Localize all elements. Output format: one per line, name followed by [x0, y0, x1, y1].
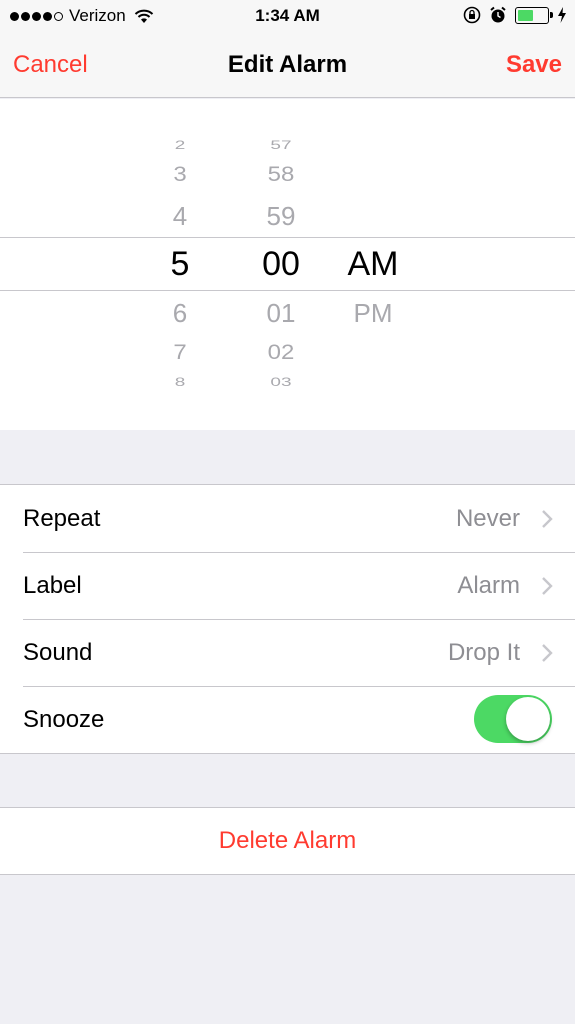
minute-option[interactable]: 58 — [245, 164, 317, 185]
label-label: Label — [23, 571, 82, 599]
rotation-lock-icon — [463, 6, 481, 24]
alarm-settings-group: Repeat Never Label Alarm Sound Drop It S… — [0, 484, 575, 754]
minute-option[interactable]: 02 — [245, 342, 317, 363]
label-row[interactable]: Label Alarm — [0, 552, 575, 619]
sound-label: Sound — [23, 638, 93, 666]
hour-option[interactable]: 4 — [145, 203, 215, 229]
status-right — [463, 6, 567, 24]
hour-option[interactable]: 3 — [145, 164, 215, 185]
charging-bolt-icon — [558, 7, 566, 23]
hour-option[interactable]: 7 — [145, 342, 215, 363]
save-button[interactable]: Save — [506, 51, 562, 79]
snooze-toggle[interactable] — [474, 695, 552, 743]
sound-row[interactable]: Sound Drop It — [0, 619, 575, 686]
hour-selected[interactable]: 5 — [145, 247, 215, 281]
battery-icon — [515, 6, 553, 24]
chevron-right-icon — [542, 510, 553, 528]
hour-wheel[interactable]: 2 3 4 5 6 7 8 — [145, 99, 215, 430]
snooze-row: Snooze — [0, 686, 575, 753]
minute-wheel[interactable]: 57 58 59 00 01 02 03 — [245, 99, 317, 430]
snooze-label: Snooze — [23, 705, 105, 733]
minute-option[interactable]: 59 — [245, 203, 317, 229]
time-picker[interactable]: 2 3 4 5 6 7 8 57 58 59 00 01 02 03 AM PM — [0, 99, 575, 430]
repeat-row[interactable]: Repeat Never — [0, 485, 575, 552]
minute-option[interactable]: 57 — [245, 139, 317, 151]
minute-selected[interactable]: 00 — [245, 247, 317, 281]
repeat-label: Repeat — [23, 504, 101, 532]
toggle-knob — [506, 697, 550, 741]
delete-group: Delete Alarm — [0, 807, 575, 875]
hour-option[interactable]: 2 — [145, 139, 215, 151]
chevron-right-icon — [542, 577, 553, 595]
repeat-value: Never — [455, 504, 520, 532]
delete-alarm-label: Delete Alarm — [218, 827, 357, 854]
period-option[interactable]: PM — [333, 300, 413, 326]
hour-option[interactable]: 8 — [145, 376, 215, 388]
minute-option[interactable]: 03 — [245, 376, 317, 388]
period-selected[interactable]: AM — [333, 247, 413, 281]
sound-value: Drop It — [447, 638, 520, 666]
battery-fill — [518, 9, 534, 21]
label-value: Alarm — [457, 571, 520, 599]
minute-option[interactable]: 01 — [245, 300, 317, 326]
alarm-clock-icon — [490, 6, 506, 23]
chevron-right-icon — [542, 644, 553, 662]
hour-option[interactable]: 6 — [145, 300, 215, 326]
page-title: Edit Alarm — [227, 51, 348, 78]
period-wheel[interactable]: AM PM — [333, 99, 413, 430]
nav-bar: Cancel Edit Alarm Save — [0, 32, 575, 98]
status-bar: Verizon 1:34 AM — [0, 0, 575, 32]
delete-alarm-button[interactable]: Delete Alarm — [0, 808, 575, 874]
